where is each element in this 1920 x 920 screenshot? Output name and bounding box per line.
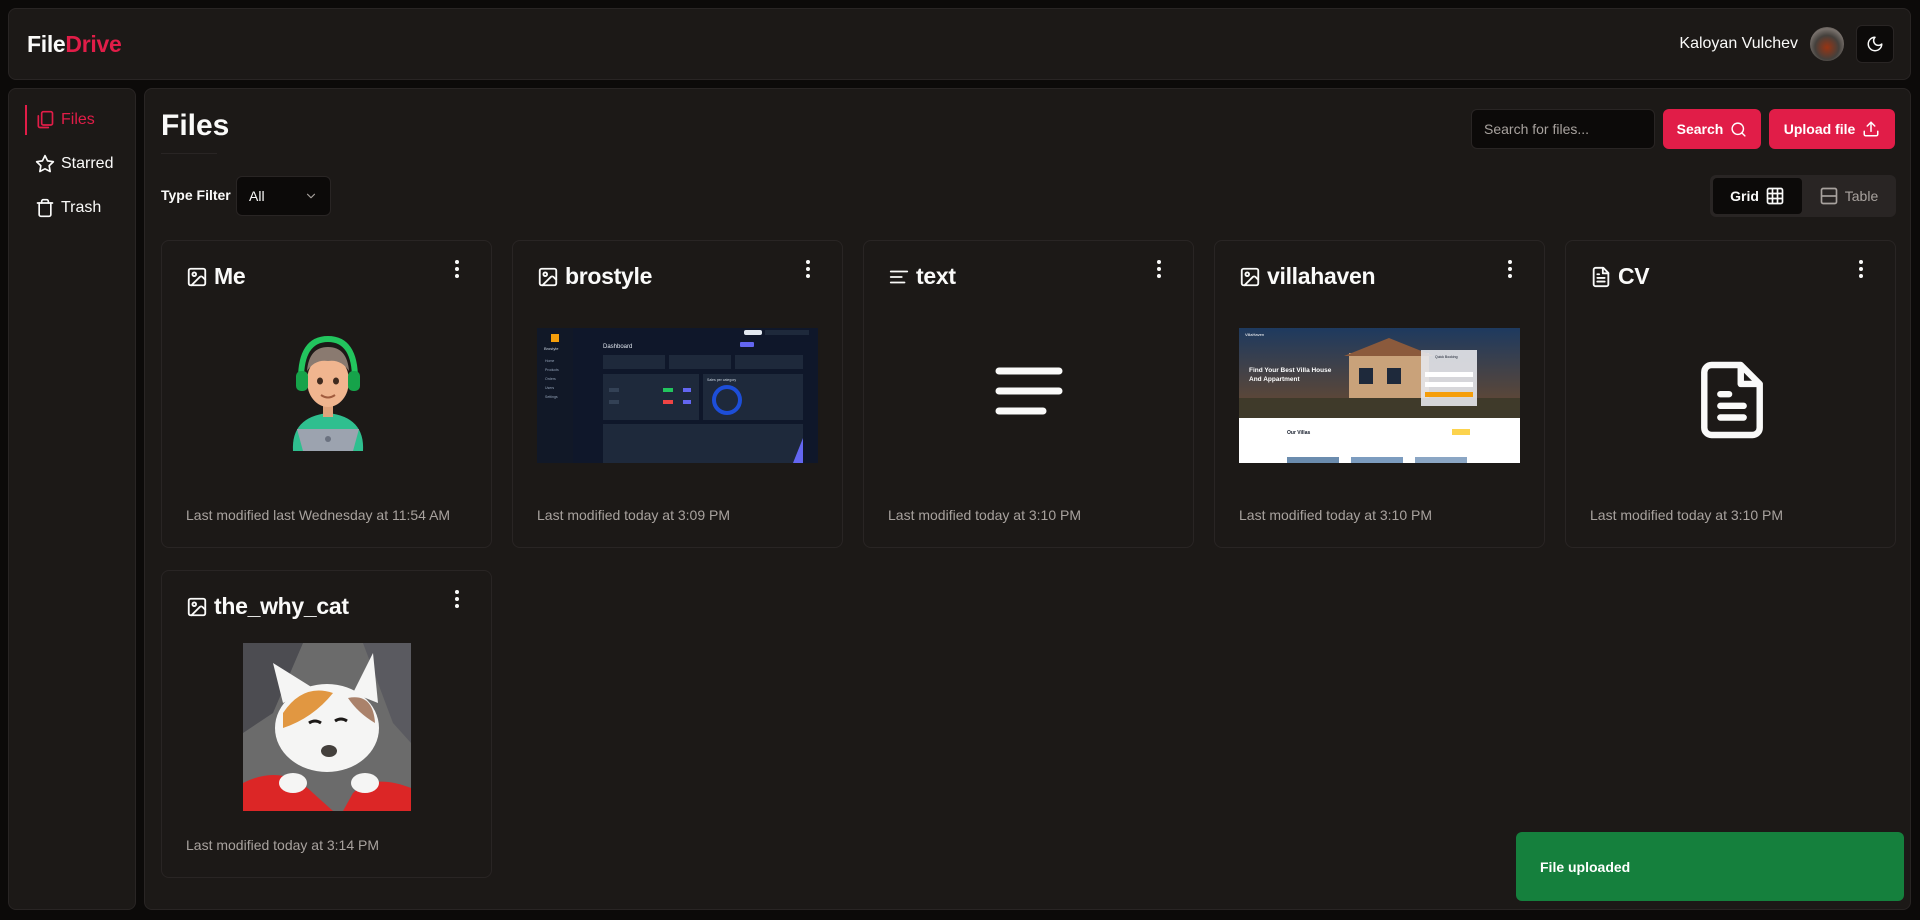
- file-card[interactable]: CV Last modified today at 3:10 PM: [1565, 240, 1896, 548]
- file-menu-button[interactable]: [1851, 257, 1871, 281]
- more-vertical-icon: [1508, 260, 1512, 278]
- file-card[interactable]: text Last modified today at 3:10 PM: [863, 240, 1194, 548]
- star-icon: [35, 154, 55, 173]
- tab-grid[interactable]: Grid: [1713, 178, 1802, 214]
- file-name: the_why_cat: [214, 593, 349, 619]
- thumb-brand-text: VillaHaven: [1245, 332, 1264, 337]
- memoji-avatar-image: [292, 335, 364, 451]
- file-name: villahaven: [1267, 263, 1376, 289]
- file-modified: Last modified today at 3:10 PM: [1239, 507, 1432, 523]
- sidebar-item-label: Trash: [61, 199, 102, 216]
- upload-icon: [1863, 121, 1879, 137]
- document-file-icon: [1701, 361, 1763, 439]
- upload-file-button[interactable]: Upload file: [1769, 109, 1895, 149]
- file-card[interactable]: brostyle Brostyle Home Products Orders U…: [512, 240, 843, 548]
- search-button[interactable]: Search: [1663, 109, 1761, 149]
- thumb-nav-text: Home: [545, 359, 554, 363]
- grid-icon: [1766, 187, 1784, 205]
- tab-grid-label: Grid: [1730, 188, 1759, 204]
- type-filter-select[interactable]: All: [236, 176, 331, 216]
- more-vertical-icon: [455, 590, 459, 608]
- more-vertical-icon: [455, 260, 459, 278]
- search-button-label: Search: [1676, 121, 1724, 137]
- toast-message: File uploaded: [1540, 858, 1631, 875]
- view-toggle: Grid Table: [1710, 175, 1896, 217]
- file-text-icon: [1592, 266, 1610, 287]
- dashboard-screenshot-image: Brostyle Home Products Orders Users Sett…: [537, 328, 818, 463]
- sidebar-item-files[interactable]: Files: [25, 105, 135, 135]
- thumb-brand-text: Brostyle: [544, 346, 559, 351]
- logo-main: File: [27, 30, 66, 57]
- table-icon: [1820, 187, 1838, 205]
- file-card[interactable]: Me Last modified last Wednesday at 11:54…: [161, 240, 492, 548]
- cat-meme-image: [243, 643, 411, 811]
- search-icon: [1731, 121, 1746, 137]
- toast-notification[interactable]: File uploaded: [1516, 832, 1904, 901]
- main-content: Files Search Upload file Type Filter All…: [144, 88, 1911, 910]
- files-icon: [37, 110, 54, 129]
- type-filter-value: All: [249, 188, 265, 204]
- user-name: Kaloyan Vulchev: [1679, 35, 1798, 52]
- tab-table-label: Table: [1844, 188, 1879, 204]
- moon-icon: [1867, 36, 1883, 52]
- chevron-down-icon: [306, 193, 316, 199]
- thumb-headline-text: Find Your Best Villa House: [1249, 367, 1332, 374]
- file-card[interactable]: villahaven VillaHaven Find Your Best Vil…: [1214, 240, 1545, 548]
- app-logo[interactable]: FileDrive: [27, 30, 122, 58]
- trash-icon: [36, 198, 54, 218]
- thumb-nav-text: Users: [545, 386, 554, 390]
- file-menu-button[interactable]: [1149, 257, 1169, 281]
- thumb-nav-text: Products: [545, 368, 559, 372]
- search-input[interactable]: [1471, 109, 1655, 149]
- file-card[interactable]: the_why_cat Last modified today at 3:14 …: [161, 570, 492, 878]
- theme-toggle-button[interactable]: [1856, 25, 1894, 63]
- image-icon: [187, 267, 207, 286]
- file-name: text: [916, 263, 956, 289]
- more-vertical-icon: [1157, 260, 1161, 278]
- file-modified: Last modified today at 3:09 PM: [537, 507, 730, 523]
- page-title: Files: [161, 109, 229, 154]
- upload-button-label: Upload file: [1783, 121, 1856, 137]
- sidebar-item-starred[interactable]: Starred: [25, 149, 135, 179]
- thumb-headline-text: And Appartment: [1249, 376, 1301, 383]
- sidebar-item-label: Starred: [61, 155, 114, 172]
- sidebar: Files Starred Trash: [8, 88, 136, 910]
- file-modified: Last modified last Wednesday at 11:54 AM: [186, 507, 451, 523]
- file-menu-button[interactable]: [798, 257, 818, 281]
- thumb-nav-text: Settings: [545, 395, 558, 399]
- file-name: CV: [1618, 263, 1650, 289]
- file-menu-button[interactable]: [447, 257, 467, 281]
- image-icon: [1240, 267, 1260, 286]
- more-vertical-icon: [1859, 260, 1863, 278]
- sidebar-item-label: Files: [61, 111, 95, 128]
- file-menu-button[interactable]: [1500, 257, 1520, 281]
- text-file-icon: [995, 367, 1063, 415]
- logo-accent: Drive: [65, 30, 122, 57]
- text-icon: [889, 270, 909, 283]
- file-modified: Last modified today at 3:14 PM: [186, 837, 379, 853]
- more-vertical-icon: [806, 260, 810, 278]
- file-modified: Last modified today at 3:10 PM: [888, 507, 1081, 523]
- type-filter-label: Type Filter: [161, 187, 231, 203]
- image-icon: [538, 267, 558, 286]
- top-header: FileDrive Kaloyan Vulchev: [8, 8, 1911, 80]
- thumb-nav-text: Orders: [545, 377, 556, 381]
- file-menu-button[interactable]: [447, 587, 467, 611]
- file-modified: Last modified today at 3:10 PM: [1590, 507, 1783, 523]
- thumb-chart-title-text: Sales per category: [707, 378, 736, 382]
- file-name: brostyle: [565, 263, 653, 289]
- file-name: Me: [214, 263, 246, 289]
- thumb-title-text: Dashboard: [603, 344, 632, 350]
- website-screenshot-image: VillaHaven Find Your Best Villa House An…: [1239, 328, 1520, 463]
- avatar[interactable]: [1810, 27, 1844, 61]
- tab-table[interactable]: Table: [1804, 178, 1893, 214]
- thumb-form-title-text: Quick Booking: [1435, 355, 1458, 359]
- image-icon: [187, 597, 207, 616]
- sidebar-item-trash[interactable]: Trash: [25, 193, 135, 223]
- thumb-section-text: Our Villas: [1287, 430, 1310, 436]
